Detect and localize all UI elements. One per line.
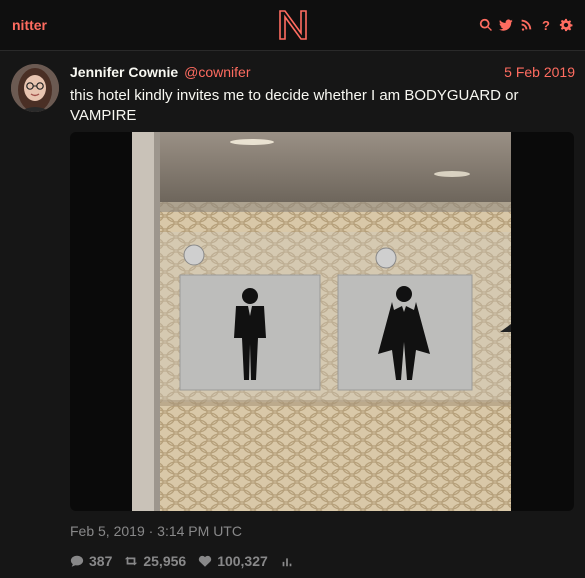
nitter-logo[interactable] <box>278 9 308 41</box>
restroom-sign-photo[interactable] <box>132 132 511 511</box>
brand-link[interactable]: nitter <box>12 17 47 33</box>
retweet-icon <box>125 556 138 566</box>
replies-stat: 387 <box>70 553 112 569</box>
avatar[interactable] <box>11 64 59 112</box>
views-stat <box>280 554 294 568</box>
username[interactable]: @cownifer <box>184 64 250 80</box>
tweet-media[interactable] <box>70 132 574 511</box>
likes-stat: 100,327 <box>198 553 268 569</box>
tweet-text: this hotel kindly invites me to decide w… <box>70 87 519 124</box>
rss-icon[interactable] <box>519 18 533 32</box>
tweet-stats: 387 25,956 100,327 <box>70 552 294 570</box>
bar-chart-icon <box>282 558 292 567</box>
likes-count: 100,327 <box>217 553 268 569</box>
tweet: Jennifer Cownie @cownifer 5 Feb 2019 thi… <box>0 50 585 578</box>
help-icon[interactable]: ? <box>539 18 553 33</box>
published-time[interactable]: Feb 5, 2019 · 3:14 PM UTC <box>70 523 242 539</box>
retweets-count: 25,956 <box>143 553 187 569</box>
tweet-header: Jennifer Cownie @cownifer 5 Feb 2019 <box>70 64 575 82</box>
retweets-stat: 25,956 <box>124 553 186 569</box>
nav-icons: ? <box>479 18 573 33</box>
fullname[interactable]: Jennifer Cownie <box>70 64 178 80</box>
heart-icon <box>199 555 212 567</box>
search-icon[interactable] <box>479 18 493 32</box>
tweet-date[interactable]: 5 Feb 2019 <box>504 64 575 80</box>
twitter-bird-icon[interactable] <box>499 18 513 32</box>
gear-icon[interactable] <box>559 18 573 32</box>
comment-icon <box>70 555 84 567</box>
replies-count: 387 <box>89 553 113 569</box>
